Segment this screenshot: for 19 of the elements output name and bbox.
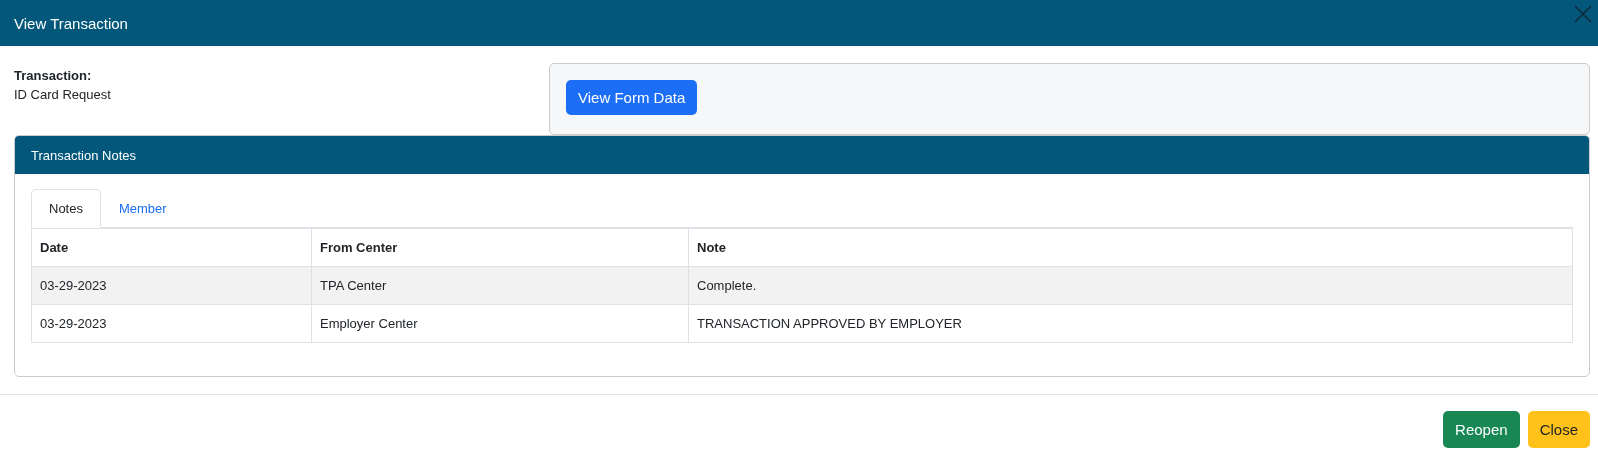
close-button[interactable]: Close xyxy=(1527,411,1590,448)
card-title: Transaction Notes xyxy=(31,147,136,163)
tab[interactable]: Member xyxy=(100,189,185,228)
window-title: View Transaction xyxy=(14,14,128,32)
close-icon[interactable] xyxy=(1574,5,1592,23)
table-cell: 03-29-2023 xyxy=(31,304,312,343)
column-header: Note xyxy=(688,228,1573,267)
reopen-button[interactable]: Reopen xyxy=(1443,411,1520,448)
tab[interactable]: Notes xyxy=(31,189,101,228)
column-header: From Center xyxy=(311,228,689,267)
table-cell: 03-29-2023 xyxy=(31,266,312,305)
table-cell: TRANSACTION APPROVED BY EMPLOYER xyxy=(688,304,1573,343)
column-header: Date xyxy=(31,228,312,267)
table-cell: TPA Center xyxy=(311,266,689,305)
table-cell: Complete. xyxy=(688,266,1573,305)
transaction-label: Transaction: xyxy=(14,68,93,83)
table-cell: Employer Center xyxy=(311,304,689,343)
view-form-data-button[interactable]: View Form Data xyxy=(566,80,698,115)
transaction-value: ID Card Request xyxy=(14,87,111,102)
